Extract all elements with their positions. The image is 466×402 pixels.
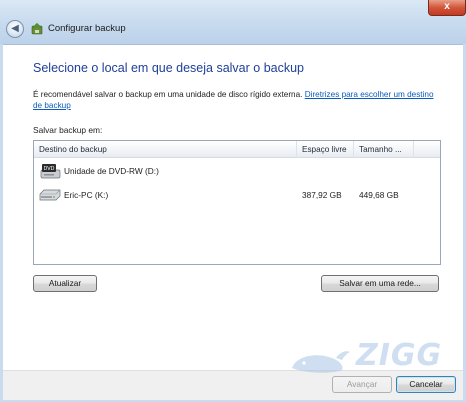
back-arrow-icon: ◀ (11, 23, 19, 34)
title-bar: x ◀ Configurar backup (0, 0, 466, 44)
column-header-destination[interactable]: Destino do backup (34, 141, 297, 158)
content-panel: Selecione o local em que deseja salvar o… (3, 44, 463, 370)
drive-name: Unidade de DVD-RW (D:) (64, 166, 159, 176)
info-text: É recomendável salvar o backup em uma un… (33, 90, 303, 99)
whale-logo-icon (292, 351, 350, 373)
drive-name: Eric-PC (K:) (64, 190, 109, 200)
refresh-button[interactable]: Atualizar (33, 275, 97, 292)
next-button[interactable]: Avançar (332, 376, 392, 393)
column-header-free-space[interactable]: Espaço livre (297, 141, 354, 158)
page-heading: Selecione o local em que deseja salvar o… (33, 61, 305, 75)
list-header: Destino do backup Espaço livre Tamanho .… (34, 141, 440, 158)
window-title: Configurar backup (48, 23, 126, 34)
svg-text:DVD: DVD (43, 166, 54, 172)
drive-free-space: 387,92 GB (302, 190, 342, 200)
list-item[interactable]: DVD Unidade de DVD-RW (D:) (34, 160, 440, 182)
hard-drive-icon (39, 189, 61, 201)
save-to-network-button[interactable]: Salvar em uma rede... (321, 275, 439, 292)
save-location-label: Salvar backup em: (33, 125, 103, 135)
close-button[interactable]: x (428, 0, 466, 16)
dvd-drive-icon: DVD (40, 164, 61, 179)
watermark: ZIGG (286, 338, 462, 376)
drive-size: 449,68 GB (359, 190, 399, 200)
cancel-button[interactable]: Cancelar (396, 376, 456, 393)
list-item[interactable]: Eric-PC (K:) 387,92 GB 449,68 GB (34, 184, 440, 206)
info-text-block: É recomendável salvar o backup em uma un… (33, 89, 437, 111)
backup-app-icon (31, 22, 43, 35)
watermark-text: ZIGG (356, 338, 443, 373)
column-header-size[interactable]: Tamanho ... (354, 141, 414, 158)
back-button[interactable]: ◀ (6, 20, 24, 38)
backup-destination-list[interactable]: Destino do backup Espaço livre Tamanho .… (33, 140, 441, 265)
